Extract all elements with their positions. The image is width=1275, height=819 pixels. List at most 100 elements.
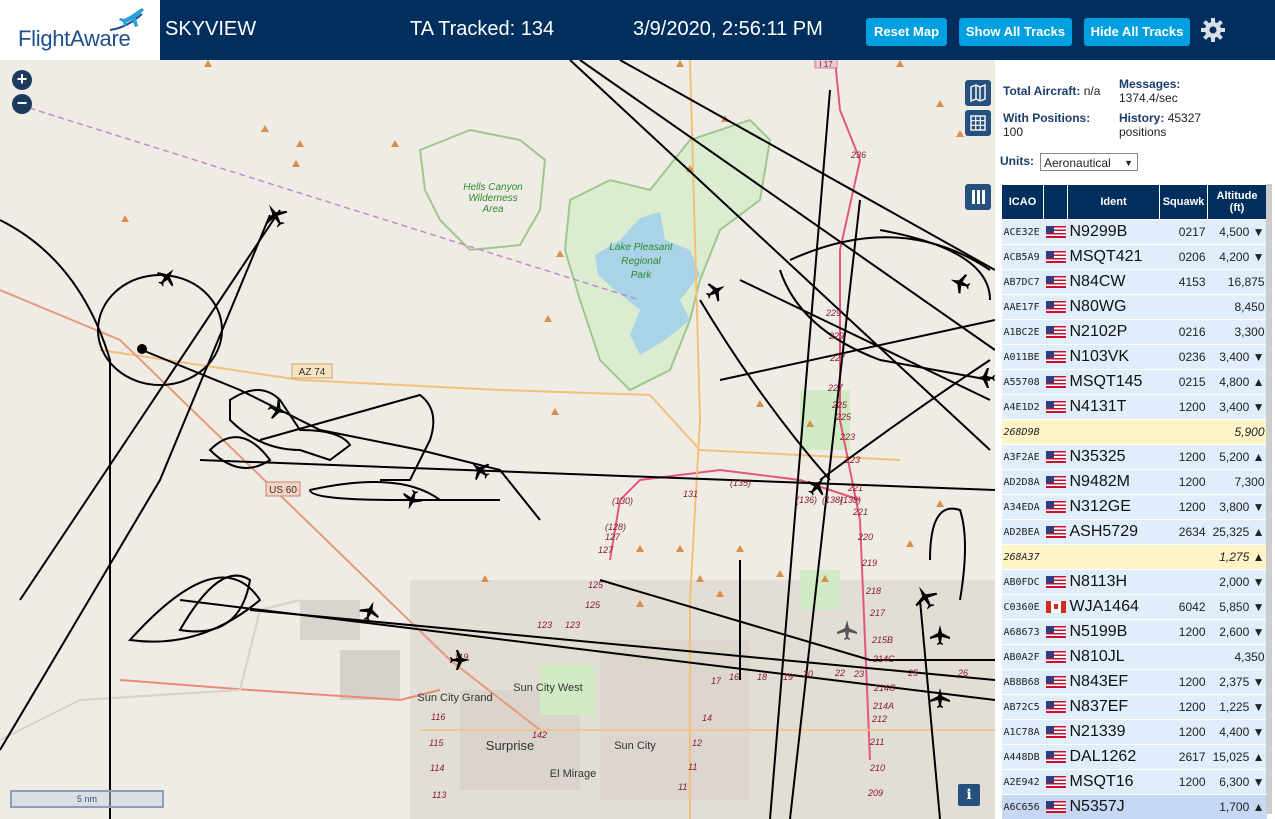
us-flag-icon: [1045, 625, 1066, 638]
table-row[interactable]: A3F2AE N35325 1200 5,200 ▲: [1001, 444, 1267, 470]
table-row[interactable]: A68673 N5199B 1200 2,600 ▼: [1001, 619, 1267, 645]
us-flag-icon: [1045, 450, 1066, 463]
table-row[interactable]: ACE32E N9299B 0217 4,500 ▼: [1001, 219, 1267, 245]
flag-cell: [1043, 594, 1068, 620]
table-row[interactable]: A448DB DAL1262 2617 15,025 ▲: [1001, 744, 1267, 770]
icao-cell: A6C656: [1001, 794, 1044, 819]
current-datetime: 3/9/2020, 2:56:11 PM: [633, 18, 823, 40]
zoom-in-button[interactable]: +: [12, 70, 32, 90]
svg-text:18: 18: [757, 672, 767, 682]
total-aircraft-stat: Total Aircraft: n/a: [1003, 84, 1100, 98]
columns-toggle-button[interactable]: [965, 184, 991, 210]
table-row[interactable]: A011BE N103VK 0236 3,400 ▼: [1001, 344, 1267, 370]
total-aircraft-label: Total Aircraft:: [1003, 84, 1081, 98]
flag-cell: [1043, 794, 1068, 819]
icao-cell: AB72C5: [1001, 694, 1044, 720]
table-row[interactable]: AB0A2F N810JL 4,350: [1001, 644, 1267, 670]
table-row[interactable]: ACB5A9 MSQT421 0206 4,200 ▼: [1001, 244, 1267, 270]
table-header-row: ICAO Ident Squawk Altitude (ft): [1001, 184, 1267, 220]
messages-stat: Messages: 1374.4/sec: [1119, 77, 1180, 105]
table-row[interactable]: AB7DC7 N84CW 4153 16,875: [1001, 269, 1267, 295]
icao-cell: AD2D8A: [1001, 469, 1044, 495]
svg-text:125: 125: [585, 600, 601, 610]
table-row[interactable]: C0360E WJA1464 6042 5,850 ▼: [1001, 594, 1267, 620]
column-header-flag[interactable]: [1043, 184, 1068, 220]
map-layers-button[interactable]: [965, 80, 991, 106]
flag-cell: [1043, 519, 1068, 545]
ident-cell: WJA1464: [1067, 594, 1160, 620]
grid-toggle-button[interactable]: [965, 110, 991, 136]
icao-cell: A55708: [1001, 369, 1044, 395]
messages-label: Messages:: [1119, 77, 1181, 91]
icao-cell: A34EDA: [1001, 494, 1044, 520]
us-flag-icon: [1045, 375, 1066, 388]
table-row[interactable]: A34EDA N312GE 1200 3,800 ▼: [1001, 494, 1267, 520]
svg-text:214C: 214C: [873, 683, 896, 693]
airplane-logo-icon: [109, 8, 144, 31]
table-scrollbar[interactable]: [1266, 184, 1272, 814]
hide-all-tracks-button[interactable]: Hide All Tracks: [1084, 18, 1190, 46]
zoom-out-button[interactable]: −: [12, 94, 32, 114]
table-row[interactable]: AD2D8A N9482M 1200 7,300: [1001, 469, 1267, 495]
info-button[interactable]: i: [958, 784, 980, 806]
table-row[interactable]: AAE17F N80WG 8,450: [1001, 294, 1267, 320]
table-row[interactable]: A1BC2E N2102P 0216 3,300: [1001, 319, 1267, 345]
units-select[interactable]: Aeronautical: [1040, 153, 1138, 172]
map-label-park-2: Regional: [621, 256, 661, 267]
icao-cell: A1C78A: [1001, 719, 1044, 745]
ident-cell: N810JL: [1067, 644, 1160, 670]
column-header-ident[interactable]: Ident: [1067, 184, 1160, 220]
flightaware-logo[interactable]: FlightAware: [0, 0, 160, 60]
svg-text:113: 113: [432, 790, 446, 800]
map-canvas[interactable]: AZ 74 US 60 I 17 Hells Canyon Wilderness…: [0, 60, 995, 819]
table-row[interactable]: A2E942 MSQT16 1200 6,300 ▼: [1001, 769, 1267, 795]
svg-text:(128): (128): [605, 522, 626, 532]
map-icon: [970, 83, 986, 103]
table-row[interactable]: A6C656 N5357J 1,700 ▲: [1001, 794, 1267, 819]
table-row[interactable]: AB0FDC N8113H 2,000 ▼: [1001, 569, 1267, 595]
svg-text:(135): (135): [730, 478, 751, 488]
us-flag-icon: [1045, 675, 1066, 688]
canada-flag-icon: [1045, 600, 1066, 613]
svg-text:218: 218: [865, 586, 881, 596]
table-row[interactable]: A1C78A N21339 1200 4,400 ▼: [1001, 719, 1267, 745]
column-header-squawk[interactable]: Squawk: [1159, 184, 1208, 220]
flag-cell: [1043, 269, 1068, 295]
table-row[interactable]: A55708 MSQT145 0215 4,800 ▲: [1001, 369, 1267, 395]
map-label-surprise: Surprise: [486, 738, 534, 753]
table-row[interactable]: 268A37 1,275 ▲: [1001, 544, 1267, 570]
gear-icon[interactable]: [1200, 17, 1226, 43]
svg-text:214A: 214A: [872, 701, 894, 711]
us-flag-icon: [1045, 500, 1066, 513]
altitude-cell: 1,275 ▲: [1207, 544, 1267, 570]
ident-cell: MSQT145: [1067, 369, 1160, 395]
column-header-altitude[interactable]: Altitude (ft): [1207, 184, 1267, 220]
us-flag-icon: [1045, 400, 1066, 413]
table-row[interactable]: AB72C5 N837EF 1200 1,225 ▼: [1001, 694, 1267, 720]
altitude-cell: 4,500 ▼: [1207, 219, 1267, 245]
table-row[interactable]: A4E1D2 N4131T 1200 3,400 ▼: [1001, 394, 1267, 420]
table-row[interactable]: AD2BEA ASH5729 2634 25,325 ▲: [1001, 519, 1267, 545]
road-label-us60: US 60: [269, 485, 297, 496]
column-header-icao[interactable]: ICAO: [1001, 184, 1044, 220]
map-label-sun-city: Sun City: [614, 740, 656, 752]
show-all-tracks-button[interactable]: Show All Tracks: [959, 18, 1072, 46]
icao-cell: AD2BEA: [1001, 519, 1044, 545]
flag-cell: [1043, 769, 1068, 795]
units-label: Units:: [1000, 154, 1034, 168]
table-row[interactable]: 268D9B 5,900: [1001, 419, 1267, 445]
table-row[interactable]: AB8B68 N843EF 1200 2,375 ▼: [1001, 669, 1267, 695]
svg-text:221: 221: [852, 507, 868, 517]
svg-text:221: 221: [847, 483, 863, 493]
squawk-cell: 0206: [1159, 244, 1208, 270]
svg-text:11: 11: [688, 762, 697, 772]
map-view[interactable]: AZ 74 US 60 I 17 Hells Canyon Wilderness…: [0, 60, 995, 819]
altitude-cell: 2,600 ▼: [1207, 619, 1267, 645]
squawk-cell: 0217: [1159, 219, 1208, 245]
reset-map-button[interactable]: Reset Map: [866, 18, 947, 46]
columns-icon: [972, 190, 985, 204]
with-positions-label: With Positions:: [1003, 111, 1091, 125]
flag-cell: [1043, 694, 1068, 720]
icao-cell: A2E942: [1001, 769, 1044, 795]
svg-text:16: 16: [729, 672, 739, 682]
